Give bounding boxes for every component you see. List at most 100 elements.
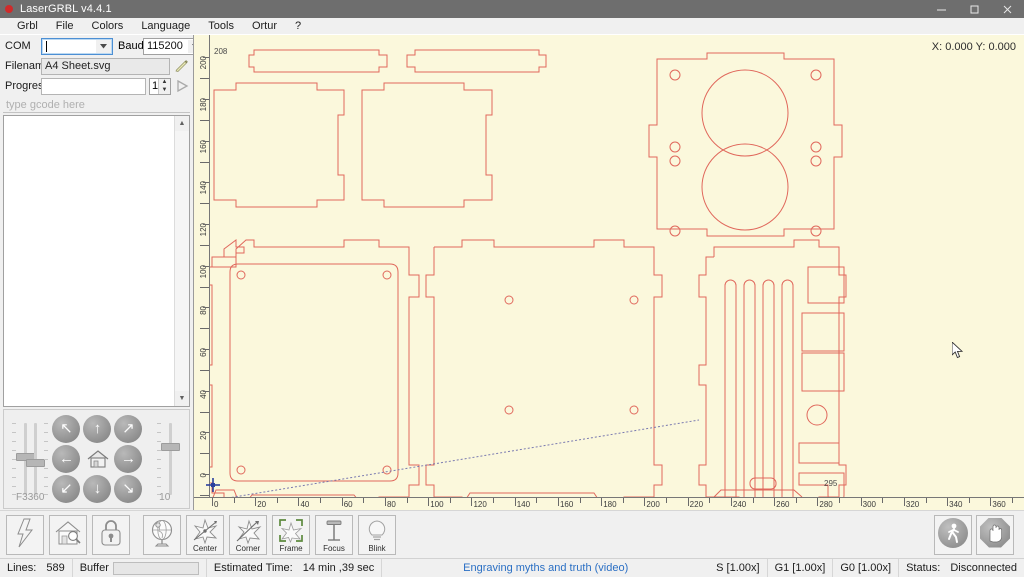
override-g1-cell[interactable]: G1 [1.00x] bbox=[768, 559, 834, 577]
jog-up-right-button[interactable]: ↗ bbox=[114, 415, 142, 443]
ruler-label-h: 0 bbox=[214, 501, 218, 509]
blink-button[interactable]: Blink bbox=[358, 515, 396, 555]
stepper-down-icon[interactable]: ▼ bbox=[159, 86, 170, 94]
jog-home-button[interactable] bbox=[83, 445, 113, 473]
ruler-tick-h bbox=[580, 498, 581, 503]
menu-item-tools[interactable]: Tools bbox=[199, 19, 243, 34]
connection-status-cell: Status: Disconnected bbox=[899, 559, 1024, 577]
override-s-cell[interactable]: S [1.00x] bbox=[709, 559, 767, 577]
ruler-tick-h bbox=[450, 498, 451, 503]
ruler-label-h: 320 bbox=[906, 501, 919, 509]
jog-down-left-button[interactable]: ↙ bbox=[52, 475, 80, 503]
stop-program-button[interactable] bbox=[976, 515, 1014, 555]
minimize-button[interactable] bbox=[925, 0, 958, 18]
arrow-up-icon: ↑ bbox=[94, 421, 102, 436]
jog-up-left-button[interactable]: ↖ bbox=[52, 415, 80, 443]
repeat-count-stepper[interactable]: 1 ▲ ▼ bbox=[149, 78, 171, 95]
step-scale-ticks bbox=[157, 423, 162, 495]
center-button[interactable]: Center bbox=[186, 515, 224, 555]
globe-icon bbox=[147, 518, 177, 548]
coordinate-readout: X: 0.000 Y: 0.000 bbox=[932, 41, 1016, 53]
ruler-label-h: 80 bbox=[387, 501, 396, 509]
power-scale-ticks bbox=[44, 423, 49, 495]
horizontal-ruler[interactable]: 0204060801001201401601802002202402602803… bbox=[194, 497, 1024, 510]
program-controls bbox=[934, 515, 1018, 555]
stepper-up-icon[interactable]: ▲ bbox=[159, 79, 170, 87]
jog-right-button[interactable]: → bbox=[114, 445, 142, 473]
focus-icon bbox=[321, 518, 347, 544]
ruler-tick-h bbox=[774, 498, 775, 506]
lines-label: Lines: bbox=[7, 562, 36, 574]
buffer-cell: Buffer bbox=[73, 559, 207, 577]
com-port-select[interactable] bbox=[41, 38, 113, 55]
scroll-down-icon[interactable]: ▼ bbox=[175, 391, 189, 406]
override-g0-cell[interactable]: G0 [1.00x] bbox=[833, 559, 899, 577]
step-size-slider[interactable]: 10 bbox=[144, 413, 185, 505]
close-button[interactable] bbox=[991, 0, 1024, 18]
command-log-list[interactable]: ▲ ▼ bbox=[3, 115, 190, 407]
ruler-tick-h bbox=[1012, 498, 1013, 503]
menu-item-grbl[interactable]: Grbl bbox=[8, 19, 47, 34]
status-label: Status: bbox=[906, 562, 940, 574]
app-logo-icon bbox=[0, 0, 18, 18]
arrow-up-right-icon: ↗ bbox=[122, 421, 135, 436]
menu-item-ortur[interactable]: Ortur bbox=[243, 19, 286, 34]
jog-left-button[interactable]: ← bbox=[52, 445, 80, 473]
minimize-icon bbox=[936, 4, 947, 15]
focus-button[interactable]: Focus bbox=[315, 515, 353, 555]
corner-button[interactable]: Corner bbox=[229, 515, 267, 555]
ruler-tick-h bbox=[212, 498, 213, 506]
stepper-arrows[interactable]: ▲ ▼ bbox=[158, 79, 170, 94]
homing-button[interactable] bbox=[49, 515, 87, 555]
feed-speed-slider[interactable]: F3360 bbox=[8, 413, 52, 505]
focus-label: Focus bbox=[316, 544, 352, 553]
ruler-tick-v bbox=[203, 432, 209, 433]
ruler-tick-h bbox=[320, 498, 321, 503]
ruler-tick-h bbox=[428, 498, 429, 506]
ruler-tick-v bbox=[203, 182, 209, 183]
ruler-label-h: 60 bbox=[344, 501, 353, 509]
drawing-canvas[interactable]: X: 0.000 Y: 0.000 bbox=[194, 35, 1024, 510]
promo-link[interactable]: Engraving myths and truth (video) bbox=[463, 562, 628, 574]
scroll-track[interactable] bbox=[175, 131, 189, 391]
ruler-label-h: 160 bbox=[560, 501, 573, 509]
ruler-tick-v bbox=[203, 474, 209, 475]
step-track[interactable] bbox=[169, 423, 172, 495]
edit-filename-button[interactable] bbox=[172, 57, 190, 75]
ruler-label-h: 200 bbox=[646, 501, 659, 509]
ruler-tick-v bbox=[200, 203, 209, 204]
run-program-button[interactable] bbox=[934, 515, 972, 555]
preview-viewport: X: 0.000 Y: 0.000 bbox=[193, 35, 1024, 510]
jog-up-button[interactable]: ↑ bbox=[83, 415, 111, 443]
log-scrollbar[interactable]: ▲ ▼ bbox=[174, 116, 189, 406]
chevron-down-icon[interactable] bbox=[96, 40, 111, 53]
play-icon bbox=[175, 79, 189, 93]
ruler-tick-h bbox=[709, 498, 710, 503]
jog-down-right-button[interactable]: ↘ bbox=[114, 475, 142, 503]
unlock-reset-button[interactable] bbox=[6, 515, 44, 555]
menu-item-file[interactable]: File bbox=[47, 19, 83, 34]
vertical-ruler[interactable]: 020406080100120140160180200 bbox=[194, 35, 210, 510]
corner-label: Corner bbox=[230, 544, 266, 553]
menu-item-help[interactable]: ? bbox=[286, 19, 310, 34]
ruler-label-h: 240 bbox=[733, 501, 746, 509]
lock-button[interactable] bbox=[92, 515, 130, 555]
scroll-up-icon[interactable]: ▲ bbox=[175, 116, 189, 131]
run-button[interactable] bbox=[174, 78, 190, 95]
close-icon bbox=[1002, 4, 1013, 15]
power-thumb[interactable] bbox=[26, 459, 45, 467]
maximize-button[interactable] bbox=[958, 0, 991, 18]
step-thumb[interactable] bbox=[161, 443, 180, 451]
menu-item-colors[interactable]: Colors bbox=[83, 19, 133, 34]
gcode-input[interactable]: type gcode here bbox=[3, 98, 190, 113]
progress-bar bbox=[41, 78, 146, 95]
power-track[interactable] bbox=[34, 423, 37, 495]
frame-button[interactable]: Frame bbox=[272, 515, 310, 555]
global-position-button[interactable] bbox=[143, 515, 181, 555]
menu-item-language[interactable]: Language bbox=[132, 19, 199, 34]
frame-icon bbox=[277, 518, 305, 544]
jog-down-button[interactable]: ↓ bbox=[83, 475, 111, 503]
menu-bar: Grbl File Colors Language Tools Ortur ? bbox=[0, 18, 1024, 35]
filename-field[interactable]: A4 Sheet.svg bbox=[41, 58, 170, 75]
ruler-label-h: 220 bbox=[690, 501, 703, 509]
